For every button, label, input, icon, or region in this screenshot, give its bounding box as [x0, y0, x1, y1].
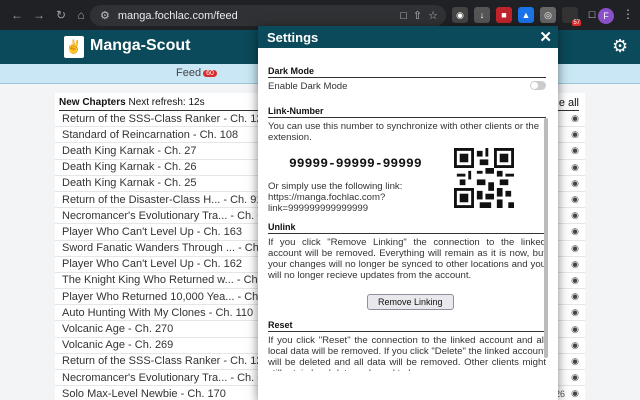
- mark-read-eye-icon[interactable]: ◉: [571, 129, 579, 140]
- chapter-title[interactable]: Return of the Disaster-Class H... - Ch. …: [62, 194, 258, 206]
- see-all-link[interactable]: e all: [559, 97, 579, 109]
- url-text: manga.fochlac.com/feed: [117, 9, 238, 22]
- mark-read-eye-icon[interactable]: ◉: [571, 307, 579, 318]
- dark-mode-label: Enable Dark Mode: [268, 81, 348, 92]
- chapter-title[interactable]: Return of the SSS-Class Ranker - Ch. 122: [62, 113, 258, 125]
- mark-read-eye-icon[interactable]: ◉: [571, 388, 579, 399]
- mark-read-eye-icon[interactable]: ◉: [571, 226, 579, 237]
- dark-mode-toggle[interactable]: [530, 81, 546, 90]
- mark-read-eye-icon[interactable]: ◉: [571, 194, 579, 205]
- mark-read-eye-icon[interactable]: ◉: [571, 340, 579, 351]
- chapter-title[interactable]: Necromancer's Evolutionary Tra... - Ch. …: [62, 210, 258, 222]
- chapter-title[interactable]: Return of the SSS-Class Ranker - Ch. 121: [62, 355, 258, 367]
- list-header: New Chapters Next refresh: 12s: [59, 97, 205, 108]
- settings-dialog: Settings ✕ Dark Mode Enable Dark Mode Li…: [258, 26, 558, 400]
- mark-read-eye-icon[interactable]: ◉: [571, 291, 579, 302]
- chapter-title[interactable]: Player Who Returned 10,000 Yea... - Ch. …: [62, 291, 258, 303]
- extension-icon-1[interactable]: ◉: [452, 7, 468, 23]
- link-alt-text: Or simply use the following link:: [268, 181, 403, 192]
- download-icon[interactable]: ↓: [474, 7, 490, 23]
- reload-icon[interactable]: ↻: [50, 4, 72, 26]
- extension-icon-2[interactable]: ■: [496, 7, 512, 23]
- unlink-description: If you click "Remove Linking" the connec…: [268, 237, 546, 281]
- tab-feed[interactable]: Feed 60: [176, 67, 217, 79]
- mark-read-eye-icon[interactable]: ◉: [571, 259, 579, 270]
- mark-read-eye-icon[interactable]: ◉: [571, 372, 579, 383]
- qr-code: [454, 148, 514, 208]
- browser-menu-icon[interactable]: ⋮: [622, 7, 634, 21]
- close-icon[interactable]: ✕: [539, 28, 552, 46]
- mark-read-eye-icon[interactable]: ◉: [571, 243, 579, 254]
- link-url-line-1[interactable]: https://manga.fochlac.com?: [268, 192, 385, 203]
- chapter-title[interactable]: Solo Max-Level Newbie - Ch. 170: [62, 388, 258, 400]
- mark-read-eye-icon[interactable]: ◉: [571, 275, 579, 286]
- forward-icon[interactable]: →: [28, 4, 50, 26]
- dialog-scrollbar[interactable]: [544, 118, 548, 358]
- mark-read-eye-icon[interactable]: ◉: [571, 162, 579, 173]
- remove-linking-button[interactable]: Remove Linking: [367, 294, 454, 310]
- mark-read-eye-icon[interactable]: ◉: [571, 356, 579, 367]
- settings-gear-icon[interactable]: ⚙: [612, 36, 628, 57]
- chapter-title[interactable]: Standard of Reincarnation - Ch. 108: [62, 129, 258, 141]
- chapter-title[interactable]: Death King Karnak - Ch. 27: [62, 145, 258, 157]
- bookmark-star-icon[interactable]: ☆: [428, 9, 438, 22]
- chapter-title[interactable]: Death King Karnak - Ch. 26: [62, 161, 258, 173]
- site-info-icon[interactable]: ⚙: [100, 9, 110, 22]
- mark-read-eye-icon[interactable]: ◉: [571, 178, 579, 189]
- home-icon[interactable]: ⌂: [70, 4, 92, 26]
- install-app-icon[interactable]: □: [400, 10, 407, 22]
- list-title: New Chapters: [59, 97, 126, 108]
- refresh-timer: Next refresh: 12s: [128, 97, 205, 108]
- mark-read-eye-icon[interactable]: ◉: [571, 324, 579, 335]
- share-icon[interactable]: ⇧: [413, 9, 422, 22]
- chapter-title[interactable]: The Knight King Who Returned w... - Ch. …: [62, 274, 258, 286]
- link-number-value: 99999-99999-99999: [289, 156, 422, 171]
- chapter-title[interactable]: Volcanic Age - Ch. 269: [62, 339, 258, 351]
- manga-scout-extension-icon[interactable]: 57: [562, 7, 581, 26]
- mark-read-eye-icon[interactable]: ◉: [571, 145, 579, 156]
- reset-description: If you click "Reset" the connection to t…: [268, 335, 546, 371]
- chapter-title[interactable]: Sword Fanatic Wanders Through ... - Ch. …: [62, 242, 258, 254]
- link-url-line-2[interactable]: link=999999999999999: [268, 203, 368, 214]
- extension-badge: 57: [572, 20, 581, 26]
- profile-avatar[interactable]: F: [598, 8, 614, 24]
- manga-scout-logo: ✌: [64, 36, 84, 58]
- dialog-header: Settings ✕: [258, 26, 558, 48]
- dialog-title: Settings: [267, 29, 319, 45]
- link-number-description: You can use this number to synchronize w…: [268, 121, 540, 143]
- unlink-heading: Unlink: [268, 222, 546, 234]
- extension-icon-3[interactable]: ▲: [518, 7, 534, 23]
- address-bar[interactable]: ⚙ manga.fochlac.com/feed □ ⇧ ☆: [90, 5, 446, 26]
- feed-count-badge: 60: [203, 69, 217, 77]
- dark-mode-heading: Dark Mode: [268, 66, 546, 78]
- chapter-title[interactable]: Death King Karnak - Ch. 25: [62, 177, 258, 189]
- back-icon[interactable]: ←: [6, 4, 28, 26]
- chapter-title[interactable]: Volcanic Age - Ch. 270: [62, 323, 258, 335]
- chapter-title[interactable]: Necromancer's Evolutionary Tra... - Ch. …: [62, 372, 258, 384]
- chapter-title[interactable]: Player Who Can't Level Up - Ch. 163: [62, 226, 258, 238]
- chapter-title[interactable]: Auto Hunting With My Clones - Ch. 110: [62, 307, 258, 319]
- extension-icon-4[interactable]: ◎: [540, 7, 556, 23]
- mark-read-eye-icon[interactable]: ◉: [571, 113, 579, 124]
- chapter-title[interactable]: Player Who Can't Level Up - Ch. 162: [62, 258, 258, 270]
- tab-feed-label: Feed: [176, 67, 202, 79]
- mark-read-eye-icon[interactable]: ◉: [571, 210, 579, 221]
- reset-heading: Reset: [268, 320, 546, 332]
- link-number-heading: Link-Number: [268, 106, 546, 118]
- brand-title: Manga-Scout: [90, 37, 191, 54]
